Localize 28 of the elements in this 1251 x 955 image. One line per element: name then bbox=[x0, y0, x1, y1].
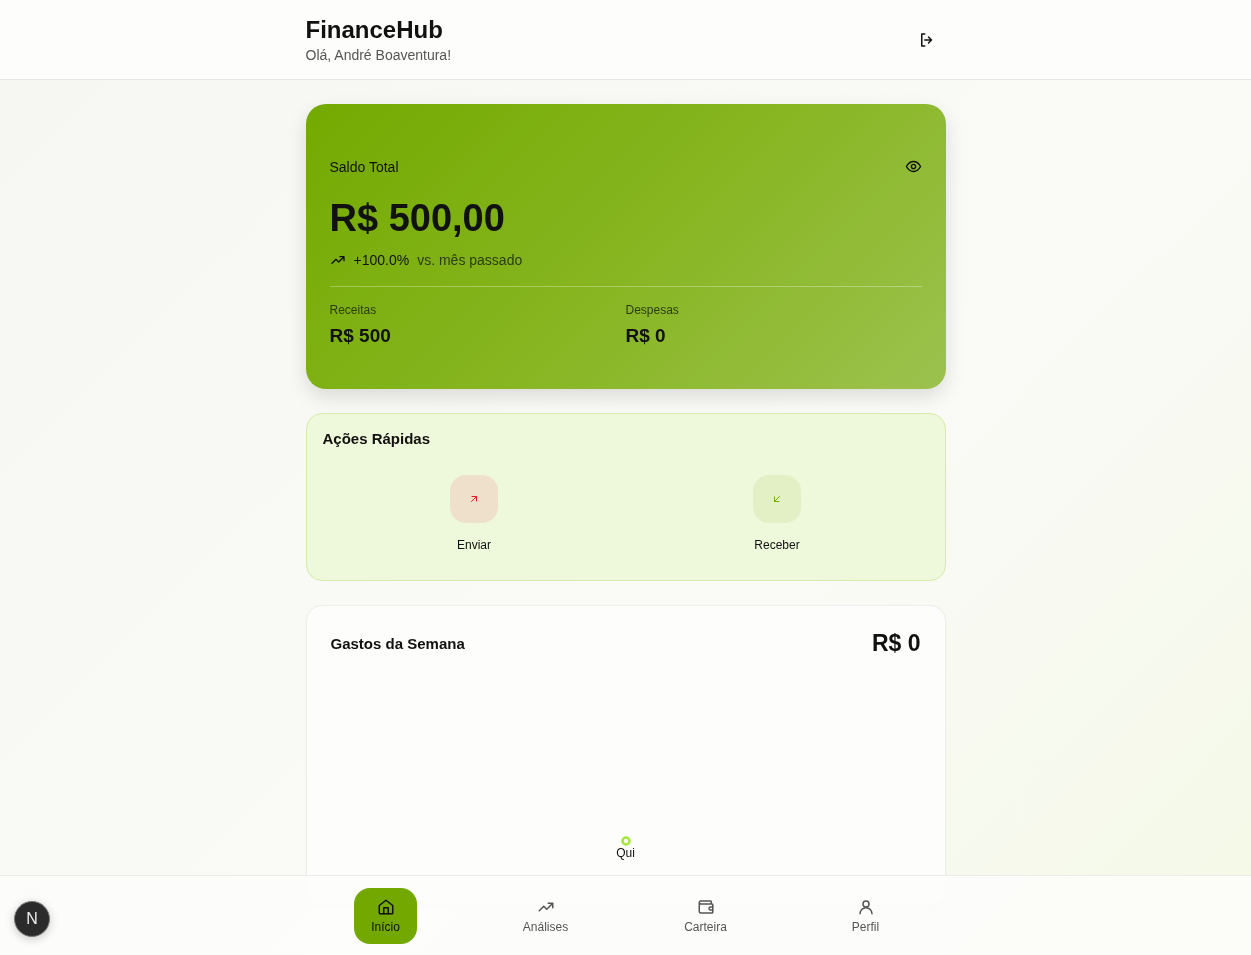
balance-label: Saldo Total bbox=[329, 158, 399, 175]
section-title: Ações Rápidas bbox=[322, 430, 432, 447]
change-note: vs. mês passado bbox=[417, 252, 523, 268]
stat-value: R$ 0 bbox=[625, 325, 667, 347]
change-percent: +100.0% bbox=[353, 252, 410, 268]
arrow-down-left-icon bbox=[771, 493, 783, 505]
wallet-icon bbox=[696, 898, 715, 916]
day-label: Qui bbox=[616, 846, 635, 860]
stat-label: Receitas bbox=[329, 303, 378, 317]
greeting-text: Olá, André Boaventura! bbox=[305, 47, 452, 63]
action-label: Enviar bbox=[457, 538, 491, 552]
user-icon bbox=[856, 898, 875, 916]
section-title: Gastos da Semana bbox=[330, 635, 465, 652]
nav-tab[interactable]: Início bbox=[354, 888, 417, 944]
toggle-visibility-button[interactable] bbox=[904, 158, 922, 175]
stat-label: Despesas bbox=[625, 303, 680, 317]
balance-amount: R$ 500,00 bbox=[329, 197, 506, 240]
arrow-up-right-icon bbox=[468, 493, 480, 505]
action-label: Receber bbox=[754, 538, 800, 552]
nav-tab[interactable]: Análises bbox=[514, 888, 577, 944]
nav-tab[interactable]: Perfil bbox=[834, 888, 897, 944]
stat-value: R$ 500 bbox=[329, 325, 392, 347]
eye-icon bbox=[904, 158, 922, 175]
app-title: FinanceHub bbox=[305, 16, 444, 44]
nav-tab[interactable]: Carteira bbox=[674, 888, 737, 944]
chart-point-icon bbox=[620, 836, 631, 846]
home-icon bbox=[376, 898, 395, 916]
weekly-total: R$ 0 bbox=[871, 630, 921, 657]
